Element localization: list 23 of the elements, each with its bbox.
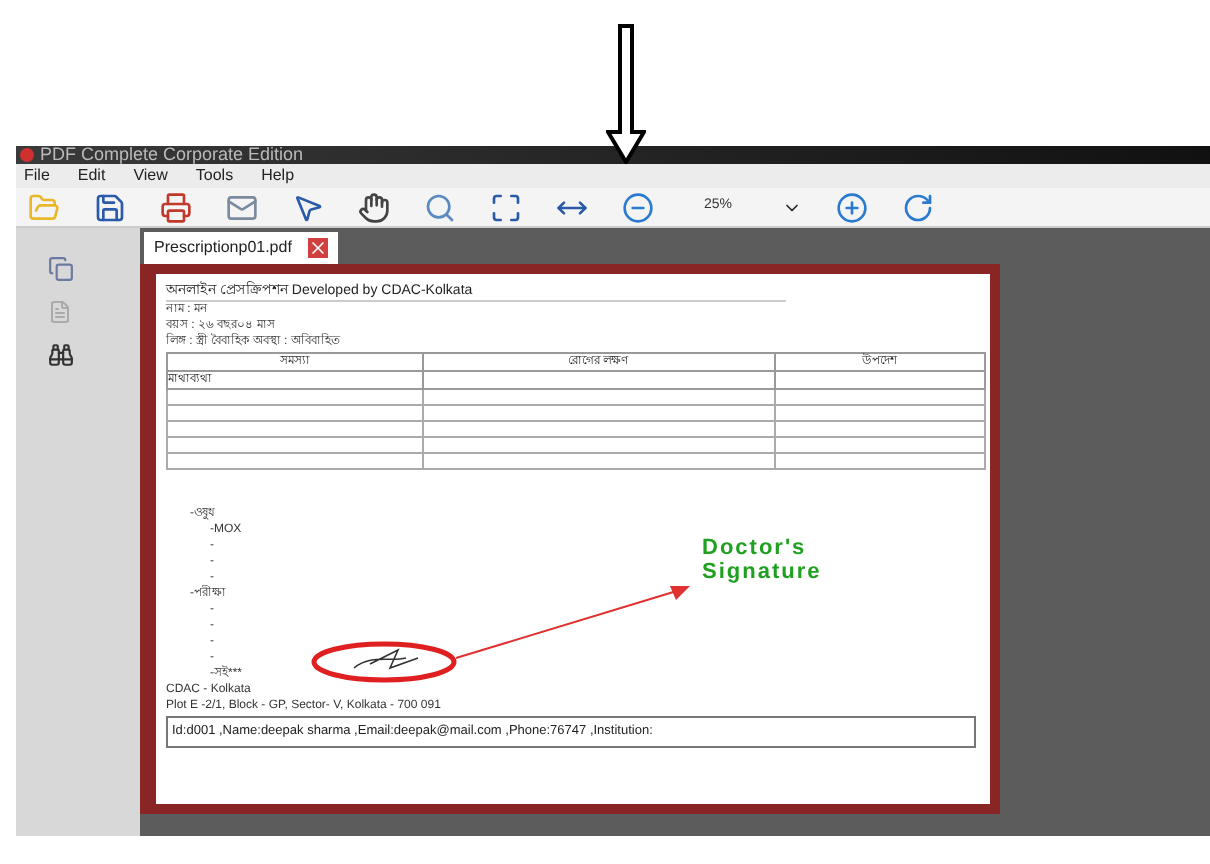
binoculars-icon[interactable] xyxy=(47,342,73,368)
menu-item[interactable]: View xyxy=(133,166,168,186)
zoom-in-icon[interactable] xyxy=(836,191,868,223)
save-icon[interactable] xyxy=(94,191,126,223)
select-icon[interactable] xyxy=(292,191,324,223)
printer-icon[interactable] xyxy=(160,191,192,223)
document-tab[interactable]: Prescriptionp01.pdf xyxy=(144,232,338,264)
mail-icon[interactable] xyxy=(226,191,258,223)
menu-item[interactable]: File xyxy=(24,166,50,186)
menu-item[interactable]: Help xyxy=(261,166,295,186)
window-title: PDF Complete Corporate Edition xyxy=(40,146,304,164)
hand-icon[interactable] xyxy=(358,191,390,223)
down-arrow-icon xyxy=(606,24,646,164)
fit-page-icon[interactable] xyxy=(490,191,522,223)
pages-icon[interactable] xyxy=(47,256,73,282)
rotate-icon[interactable] xyxy=(902,191,934,223)
close-icon[interactable] xyxy=(307,238,328,258)
zoom-out-icon[interactable] xyxy=(622,191,654,223)
search-icon[interactable] xyxy=(424,191,456,223)
app-icon xyxy=(20,148,34,162)
menu-item[interactable]: Tools xyxy=(195,166,234,186)
menu-item[interactable]: Edit xyxy=(77,166,106,186)
annotation-label: Doctor's Signature xyxy=(702,536,824,584)
